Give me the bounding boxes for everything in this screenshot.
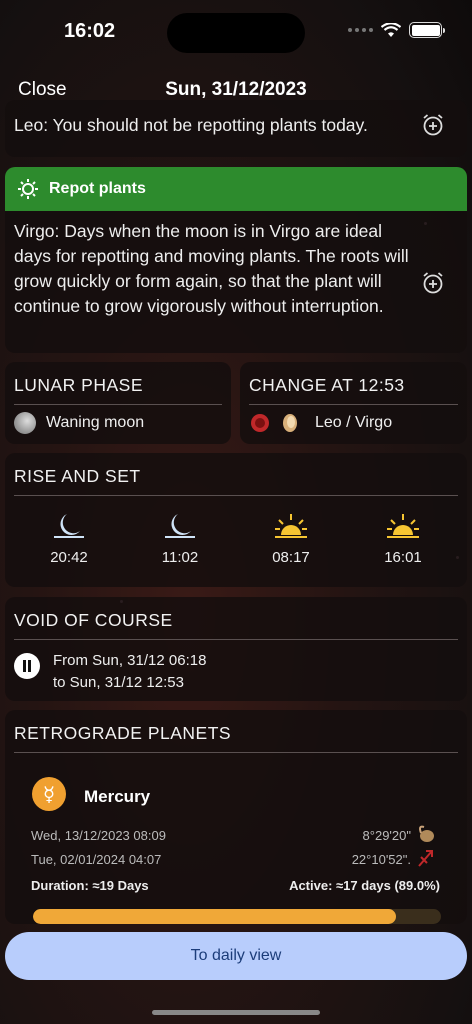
- rise-set-item: 20:42: [34, 511, 104, 566]
- change-card: CHANGE AT 12:53 Leo / Virgo: [240, 362, 467, 444]
- virgo-card: Repot plants Virgo: Days when the moon i…: [5, 167, 467, 353]
- void-to: to Sun, 31/12 12:53: [53, 674, 184, 691]
- lunar-phase-title: LUNAR PHASE: [14, 375, 144, 395]
- retrograde-progress-fill: [33, 909, 397, 924]
- rise-set-time: 16:01: [384, 549, 422, 566]
- rise-set-item: 08:17: [256, 511, 326, 566]
- sunrise-icon: [275, 514, 307, 538]
- retrograde-duration: Duration: ≈19 Days: [31, 878, 149, 893]
- lunar-phase-row: Waning moon: [14, 412, 144, 434]
- retrograde-progress: [33, 909, 441, 924]
- rise-set-time: 20:42: [50, 549, 88, 566]
- virgo-sign-icon: [283, 414, 297, 432]
- rise-set-item: 11:02: [145, 511, 215, 566]
- rise-set-time: 08:17: [272, 549, 310, 566]
- status-time: 16:02: [64, 20, 116, 42]
- moonrise-icon: [54, 514, 84, 538]
- alarm-add-icon[interactable]: [421, 271, 445, 295]
- sun-icon: [18, 179, 38, 199]
- capricorn-sign-icon: [419, 825, 434, 842]
- moon-phase-icon: [14, 412, 36, 434]
- divider: [14, 404, 222, 405]
- leo-text: Leo: You should not be repotting plants …: [14, 115, 368, 135]
- dynamic-island: [167, 13, 305, 53]
- sunset-icon: [387, 514, 419, 538]
- retrograde-active: Active: ≈17 days (89.0%): [289, 878, 440, 893]
- mercury-icon: ☿: [32, 777, 66, 811]
- retrograde-card: RETROGRADE PLANETS ☿ Mercury Wed, 13/12/…: [5, 710, 467, 924]
- battery-icon: [409, 22, 445, 38]
- divider: [14, 752, 458, 753]
- rise-set-time: 11:02: [161, 549, 199, 566]
- repot-header: Repot plants: [5, 167, 467, 211]
- void-of-course-card: VOID OF COURSE From Sun, 31/12 06:18 to …: [5, 597, 467, 701]
- lunar-phase-card: LUNAR PHASE Waning moon: [5, 362, 231, 444]
- lunar-phase-value: Waning moon: [46, 414, 145, 431]
- divider: [14, 495, 458, 496]
- change-value: Leo / Virgo: [315, 414, 393, 431]
- status-icons: [348, 22, 445, 38]
- page-title: Sun, 31/12/2023: [165, 79, 307, 100]
- cellular-signal-icon: [348, 28, 373, 32]
- void-from: From Sun, 31/12 06:18: [53, 652, 207, 669]
- change-title: CHANGE AT 12:53: [249, 375, 405, 395]
- change-row: Leo / Virgo: [249, 412, 392, 434]
- wifi-icon: [381, 22, 401, 37]
- leo-card: Leo: You should not be repotting plants …: [5, 100, 467, 157]
- virgo-text: Virgo: Days when the moon is in Virgo ar…: [14, 221, 409, 316]
- planet-name: Mercury: [84, 787, 151, 806]
- sagittarius-sign-icon: [418, 850, 433, 867]
- alarm-add-icon[interactable]: [421, 113, 445, 137]
- leo-sign-icon: [251, 414, 269, 432]
- divider: [14, 639, 458, 640]
- retrograde-title: RETROGRADE PLANETS: [14, 723, 232, 743]
- retrograde-end-position: 22°10'52".: [351, 852, 411, 867]
- daily-view-button[interactable]: To daily view: [5, 932, 467, 980]
- rise-set-title: RISE AND SET: [14, 466, 141, 486]
- home-indicator: [152, 1010, 320, 1015]
- divider: [249, 404, 458, 405]
- retrograde-start-position: 8°29'20": [362, 828, 411, 843]
- retrograde-start-date: Wed, 13/12/2023 08:09: [31, 828, 166, 843]
- pause-icon[interactable]: [14, 653, 40, 679]
- void-title: VOID OF COURSE: [14, 610, 173, 630]
- rise-set-item: 16:01: [368, 511, 438, 566]
- moonset-icon: [165, 514, 195, 538]
- repot-header-label: Repot plants: [49, 180, 146, 197]
- retrograde-end-date: Tue, 02/01/2024 04:07: [31, 852, 162, 867]
- status-bar: 16:02: [0, 0, 472, 64]
- rise-set-card: RISE AND SET 20:42 11:02 08:17 16:01: [5, 453, 467, 587]
